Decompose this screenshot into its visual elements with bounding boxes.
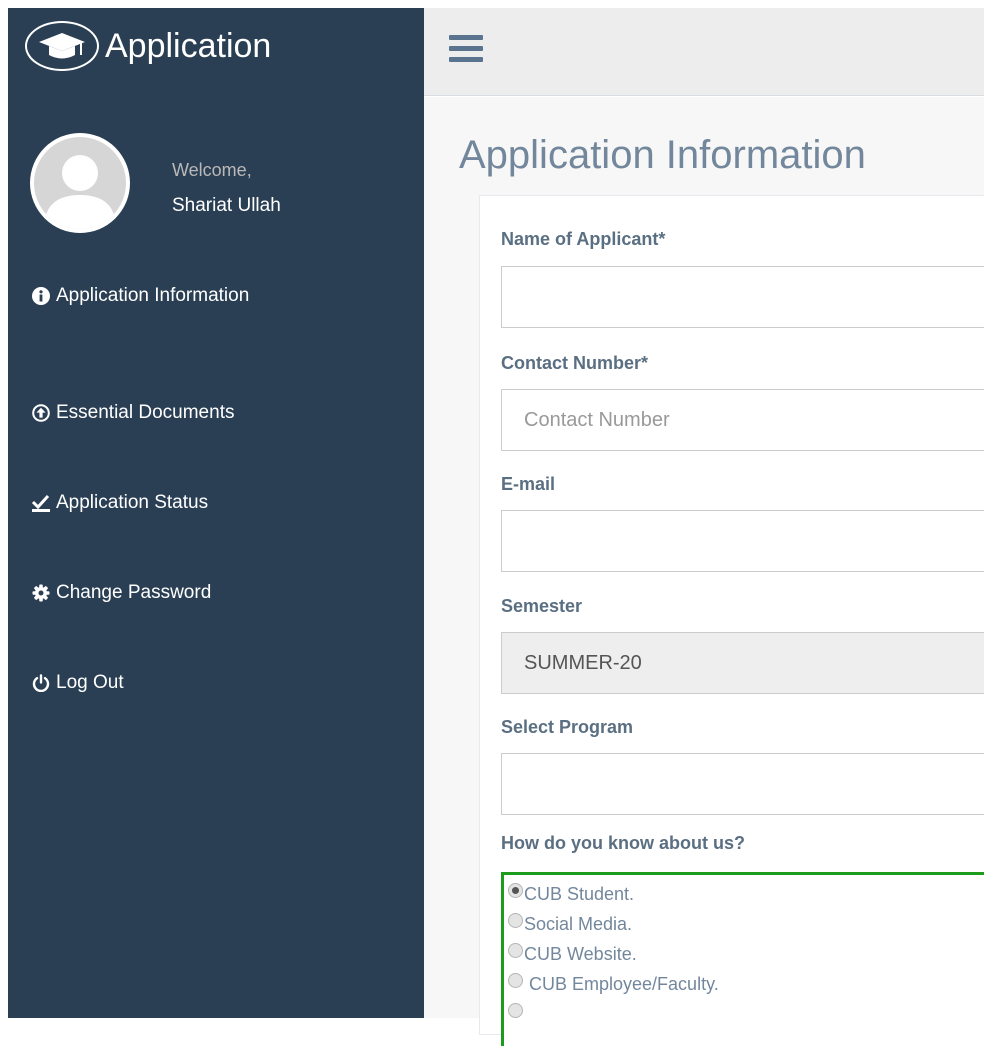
radio-button[interactable] [508,1002,523,1018]
email-input[interactable] [501,510,984,572]
sidebar-item-label: Application Status [56,492,209,513]
source-option-partial[interactable] [504,999,984,1029]
radio-label: CUB Student. [524,883,635,904]
sidebar-item-change-password[interactable]: Change Password [30,548,410,638]
name-input[interactable] [501,266,984,328]
gear-icon [30,582,52,604]
page-title: Application Information [459,133,866,177]
main-content: Application Information Name of Applican… [424,97,984,1046]
sidebar-item-label: Essential Documents [56,402,235,423]
power-icon [30,672,52,694]
source-label: How do you know about us? [501,833,745,853]
contact-label: Contact Number* [501,353,649,373]
welcome-text: Welcome, [172,160,252,180]
radio-button[interactable] [508,912,523,928]
program-select[interactable] [501,753,984,815]
app-title: Application [105,26,272,65]
upload-circle-icon [30,402,52,424]
user-profile: Welcome, Shariat Ullah [30,133,410,233]
sidebar-item-essential-documents[interactable]: Essential Documents [30,368,410,458]
program-label: Select Program [501,717,634,737]
sidebar-nav: Application Information Essential Docume… [30,278,410,728]
sidebar-item-log-out[interactable]: Log Out [30,638,410,728]
radio-button[interactable] [508,882,523,898]
source-option-cub-employee-faculty[interactable]: CUB Employee/Faculty. [504,969,984,999]
user-silhouette-icon [34,137,126,229]
user-name: Shariat Ullah [172,195,281,216]
source-radio-group: CUB Student. Social Media. CUB Website. … [501,872,984,1046]
radio-label: CUB Website. [524,943,637,964]
name-label: Name of Applicant* [501,229,666,249]
info-circle-icon [30,285,52,307]
radio-label: Social Media. [524,913,633,934]
sidebar-item-label: Application Information [56,285,250,306]
sidebar-item-application-information[interactable]: Application Information [30,278,410,314]
radio-button[interactable] [508,942,523,958]
menu-toggle-icon[interactable] [449,35,483,63]
check-icon [30,492,52,514]
sidebar: Application Welcome, Shariat Ullah Appli… [8,8,424,1018]
email-label: E-mail [501,474,556,494]
source-option-cub-student[interactable]: CUB Student. [504,879,984,909]
avatar [30,133,130,233]
radio-label: CUB Employee/Faculty. [524,973,719,994]
sidebar-item-application-status[interactable]: Application Status [30,458,410,548]
radio-button[interactable] [508,972,523,988]
source-option-social-media[interactable]: Social Media. [504,909,984,939]
semester-field[interactable] [501,632,984,694]
top-bar [424,8,984,96]
brand[interactable]: Application [25,17,271,75]
graduation-cap-icon [25,21,99,71]
sidebar-item-label: Log Out [56,672,124,693]
contact-input[interactable] [501,389,984,451]
source-option-cub-website[interactable]: CUB Website. [504,939,984,969]
semester-label: Semester [501,596,583,616]
sidebar-item-label: Change Password [56,582,212,603]
